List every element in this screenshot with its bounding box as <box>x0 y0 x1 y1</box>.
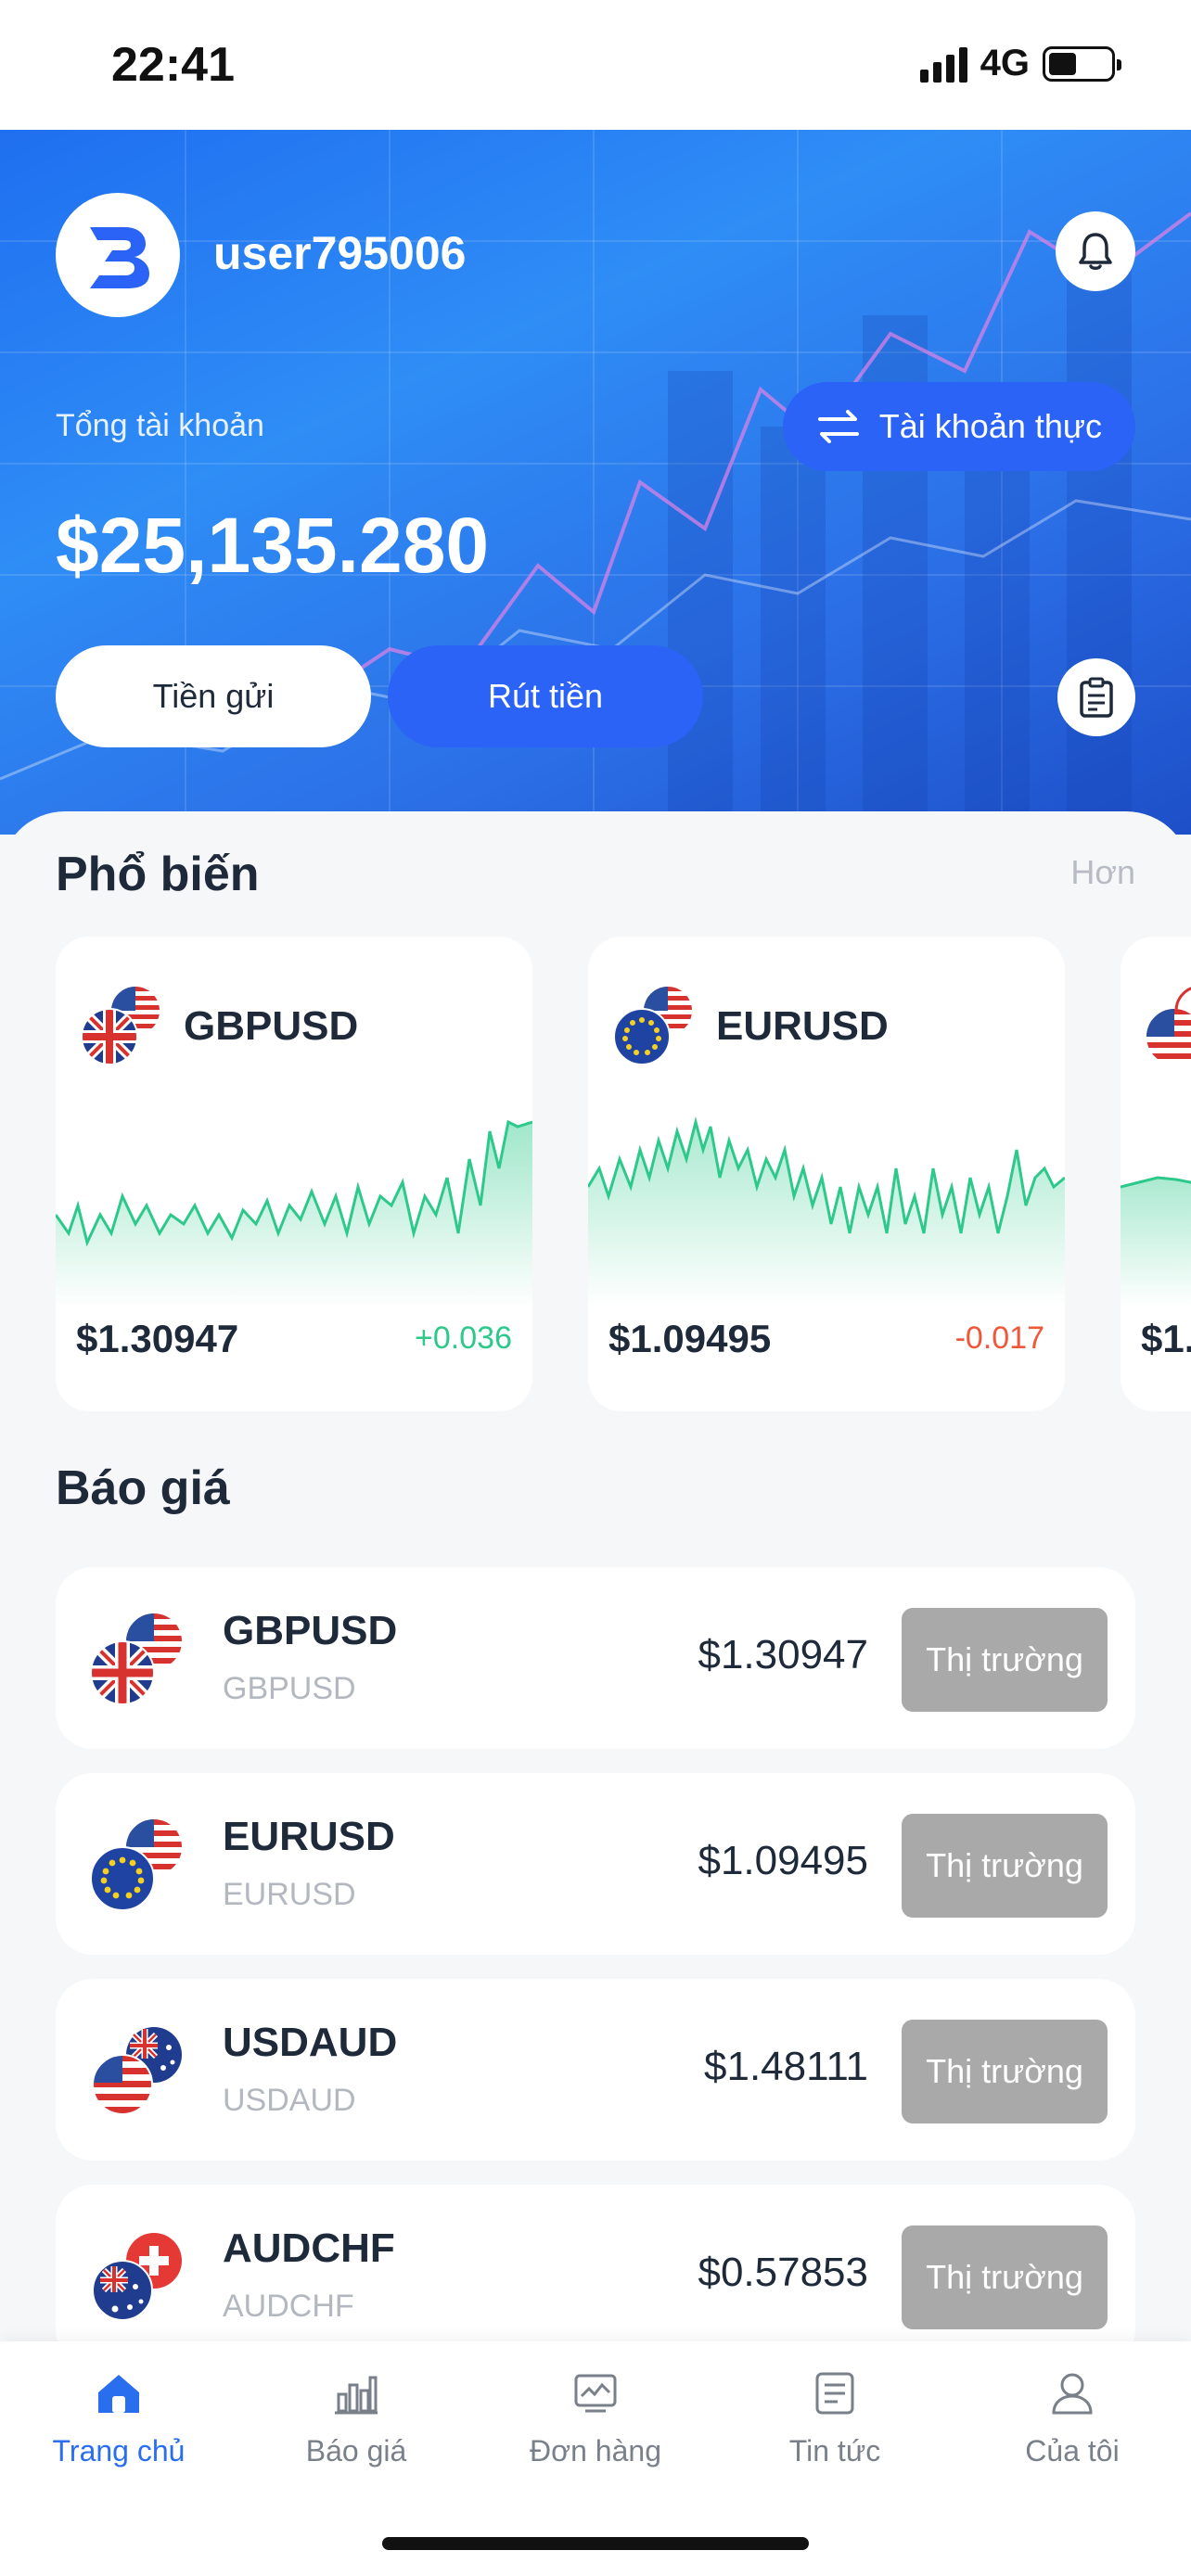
home-indicator <box>382 2537 809 2550</box>
account-header: user795006 Tổng tài khoản Tài khoản thực… <box>0 130 1191 835</box>
popular-change: -0.017 <box>954 1320 1044 1356</box>
quote-symbol: EURUSD <box>223 1814 395 1859</box>
popular-price: $1.09495 <box>608 1317 772 1360</box>
total-account-label: Tổng tài khoản <box>56 408 264 443</box>
deposit-button[interactable]: Tiền gửi <box>56 645 371 747</box>
nav-home[interactable]: Trang chủ <box>0 2366 237 2495</box>
username: user795006 <box>213 227 467 279</box>
flag-pair-icon <box>78 983 163 1068</box>
nav-label: Trang chủ <box>52 2434 186 2468</box>
sparkline-chart <box>56 1119 532 1307</box>
market-button[interactable]: Thị trường <box>902 1608 1108 1712</box>
network-label: 4G <box>980 43 1030 83</box>
sparkline-chart <box>588 1116 1065 1307</box>
bell-icon <box>1079 233 1112 270</box>
popular-change: +0.036 <box>415 1320 512 1356</box>
flag-pair-icon <box>87 1814 187 1914</box>
user-icon <box>1044 2366 1100 2421</box>
popular-symbol: GBPUSD <box>184 1003 359 1049</box>
market-button[interactable]: Thị trường <box>902 1814 1108 1918</box>
quote-row-gbpusd[interactable]: GBPUSD GBPUSD $1.30947 Thị trường <box>56 1567 1135 1749</box>
battery-icon <box>1043 45 1121 82</box>
quotes-title: Báo giá <box>56 1461 230 1515</box>
signal-icon <box>919 45 967 83</box>
popular-price: $1.30947 <box>76 1317 239 1360</box>
nav-orders[interactable]: Đơn hàng <box>477 2366 714 2495</box>
nav-label: Tin tức <box>788 2434 881 2468</box>
market-button[interactable]: Thị trường <box>902 2225 1108 2329</box>
account-balance: $25,135.280 <box>56 502 490 589</box>
quote-symbol: USDAUD <box>223 2020 398 2065</box>
popular-symbol: EURUSD <box>716 1003 889 1049</box>
quote-subtitle: EURUSD <box>223 1877 356 1912</box>
sparkline-chart <box>1121 1176 1191 1307</box>
popular-card-partial[interactable]: $1. <box>1121 937 1191 1411</box>
order-icon <box>568 2366 623 2421</box>
flag-pair-icon <box>87 1608 187 1708</box>
status-bar: 22:41 4G <box>0 0 1191 130</box>
swap-icon <box>817 410 859 443</box>
market-button[interactable]: Thị trường <box>902 2020 1108 2123</box>
flag-pair-icon <box>1143 983 1191 1068</box>
nav-quotes[interactable]: Báo giá <box>237 2366 475 2495</box>
quote-subtitle: USDAUD <box>223 2083 356 2118</box>
nav-label: Đơn hàng <box>530 2434 661 2468</box>
quote-symbol: GBPUSD <box>223 1608 398 1653</box>
flag-pair-icon <box>610 983 696 1068</box>
popular-card-eurusd[interactable]: EURUSD $1.09495 -0.017 <box>588 937 1065 1411</box>
home-icon <box>91 2366 147 2421</box>
flag-pair-icon <box>87 2225 187 2326</box>
popular-card-gbpusd[interactable]: GBPUSD $1.30947 +0.036 <box>56 937 532 1411</box>
quote-price: $1.30947 <box>698 1632 868 1677</box>
more-link[interactable]: Hơn <box>1070 853 1135 892</box>
nav-label: Của tôi <box>1025 2434 1120 2468</box>
quote-price: $1.48111 <box>704 2044 868 2089</box>
quote-symbol: AUDCHF <box>223 2225 395 2271</box>
quote-row-audchf[interactable]: AUDCHF AUDCHF $0.57853 Thị trường <box>56 2185 1135 2341</box>
account-switch-button[interactable]: Tài khoản thực <box>782 382 1135 471</box>
main-content: Phổ biến Hơn GBPUSD $1.30947 +0.036 EURU… <box>0 811 1191 2341</box>
status-time: 22:41 <box>111 38 235 92</box>
flag-pair-icon <box>87 2020 187 2120</box>
quote-subtitle: AUDCHF <box>223 2289 354 2324</box>
news-icon <box>807 2366 863 2421</box>
status-indicators: 4G <box>919 43 1121 84</box>
quote-price: $1.09495 <box>698 1838 868 1883</box>
nav-news[interactable]: Tin tức <box>716 2366 954 2495</box>
withdraw-button[interactable]: Rút tiền <box>388 645 703 747</box>
clipboard-icon <box>1080 677 1113 718</box>
bar-chart-icon <box>328 2366 384 2421</box>
quote-row-usdaud[interactable]: USDAUD USDAUD $1.48111 Thị trường <box>56 1979 1135 2161</box>
popular-price: $1. <box>1141 1317 1191 1360</box>
quote-price: $0.57853 <box>698 2250 868 2295</box>
brand-logo <box>56 193 180 317</box>
nav-label: Báo giá <box>305 2434 407 2468</box>
account-type-label: Tài khoản thực <box>878 407 1102 445</box>
quote-subtitle: GBPUSD <box>223 1671 356 1706</box>
popular-title: Phổ biến <box>56 848 260 901</box>
history-button[interactable] <box>1057 658 1135 736</box>
notification-button[interactable] <box>1056 211 1135 291</box>
quote-row-eurusd[interactable]: EURUSD EURUSD $1.09495 Thị trường <box>56 1773 1135 1955</box>
nav-profile[interactable]: Của tôi <box>954 2366 1191 2495</box>
